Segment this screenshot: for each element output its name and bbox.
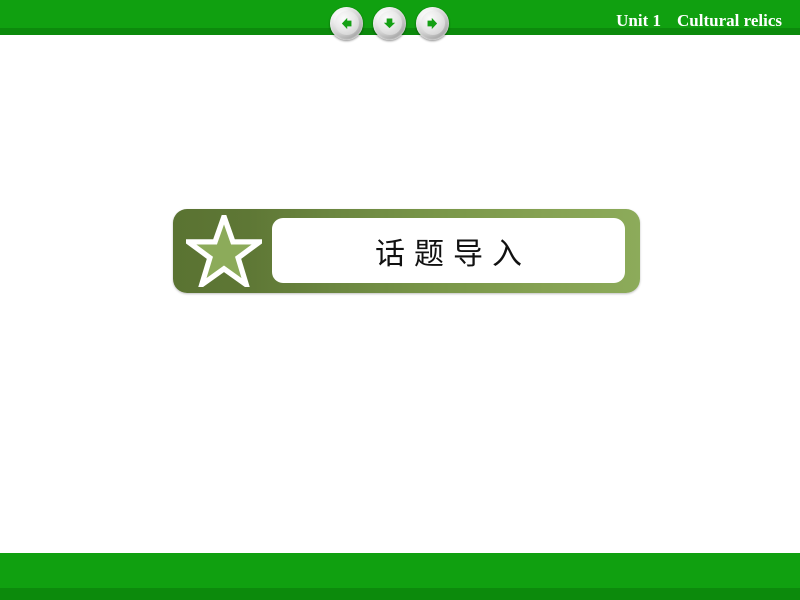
slide-content-area: 话题导入 — [0, 35, 800, 553]
footer-bottom-edge — [0, 588, 800, 600]
down-button[interactable] — [373, 6, 406, 40]
unit-title: Cultural relics — [677, 11, 782, 30]
star-icon — [180, 208, 268, 292]
topic-banner: 话题导入 — [173, 208, 640, 293]
arrow-right-icon — [427, 17, 438, 29]
arrow-left-icon — [341, 17, 352, 29]
unit-number: Unit 1 — [616, 11, 662, 30]
next-button[interactable] — [416, 6, 449, 40]
next-button-face — [420, 11, 445, 35]
banner-label-plate: 话题导入 — [272, 218, 625, 283]
navigation-buttons — [330, 4, 465, 42]
arrow-down-icon — [383, 18, 396, 28]
prev-button-face — [334, 11, 359, 35]
prev-button[interactable] — [330, 6, 363, 40]
down-button-face — [377, 11, 402, 35]
footer-unit-label: Unit 1 Cultural relics — [616, 8, 782, 34]
banner-label: 话题导入 — [375, 237, 531, 271]
